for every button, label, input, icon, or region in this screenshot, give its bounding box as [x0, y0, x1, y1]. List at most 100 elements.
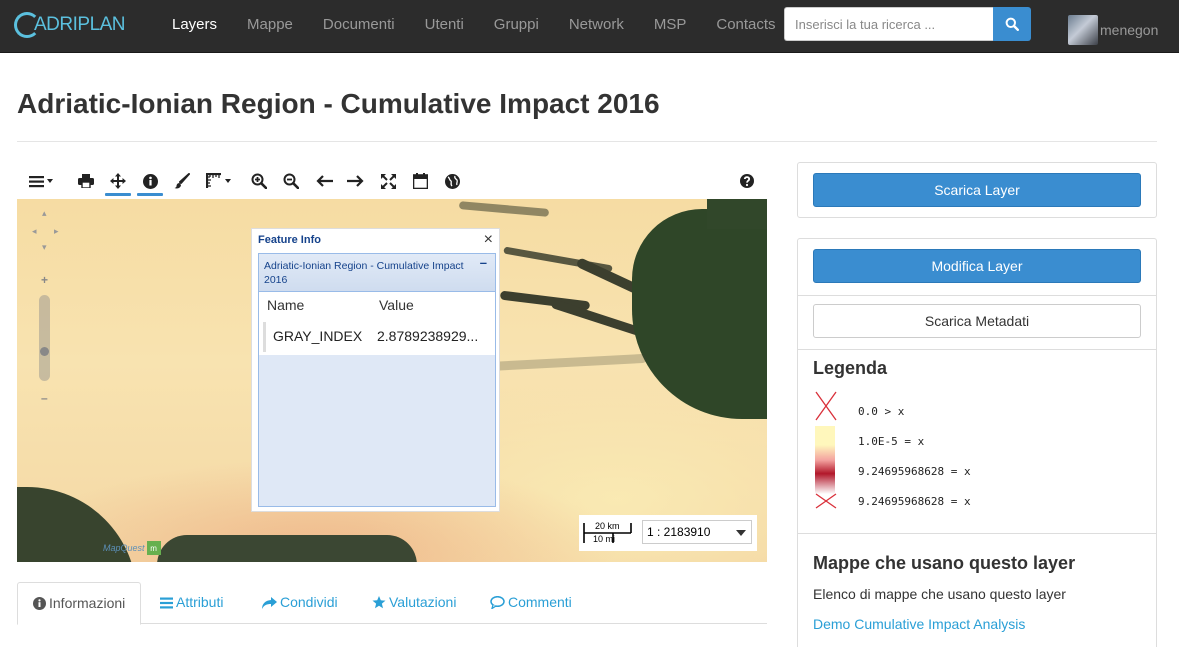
next-extent-button[interactable] [342, 166, 368, 196]
search-input[interactable] [784, 7, 993, 41]
tab-commenti[interactable]: Commenti [475, 582, 587, 624]
land-patch [458, 201, 550, 217]
pan-down-icon[interactable]: ▾ [42, 243, 47, 252]
zoom-slider[interactable] [39, 295, 50, 381]
mainland-shape [707, 199, 767, 229]
divider [798, 533, 1156, 534]
layer-tabs: Informazioni Attributi Condividi Valutaz… [17, 582, 767, 625]
zoom-in-icon [251, 173, 267, 189]
legend-label: 9.24695968628 = x [858, 495, 971, 508]
tab-valutazioni[interactable]: Valutazioni [357, 582, 471, 624]
legend-label: 0.0 > x [858, 405, 905, 418]
zoom-plus-icon[interactable]: + [41, 273, 48, 287]
menu-button[interactable] [23, 166, 53, 196]
map-attribution[interactable]: MapQuest m [103, 541, 161, 555]
scale-ratio-value: 1 : 2183910 [647, 525, 711, 539]
nav-link-utenti[interactable]: Utenti [410, 0, 479, 53]
row-value-cell: 2.8789238929... [377, 328, 479, 344]
scale-control: 20 km 10 mi 1 : 2183910 [579, 515, 757, 551]
measure-button[interactable] [201, 166, 231, 196]
help-icon [740, 174, 754, 188]
tab-condividi[interactable]: Condividi [247, 582, 353, 624]
tab-informazioni[interactable]: Informazioni [17, 582, 142, 625]
tab-label: Valutazioni [389, 594, 457, 610]
navbar: ADRIPLAN Layers Mappe Documenti Utenti G… [0, 0, 1179, 53]
feature-info-title: Feature Info [258, 234, 321, 246]
edit-layer-button[interactable]: Modifica Layer [813, 249, 1141, 283]
scale-select[interactable]: 1 : 2183910 [642, 520, 752, 544]
column-header-value[interactable]: Value [379, 297, 414, 313]
previous-extent-button[interactable] [311, 166, 337, 196]
divider [798, 349, 1156, 350]
search-icon [1005, 17, 1019, 31]
info-button[interactable] [137, 166, 163, 196]
search-button[interactable] [993, 7, 1031, 41]
nav-link-network[interactable]: Network [554, 0, 639, 53]
zoom-slider-handle[interactable] [40, 347, 49, 356]
tab-label: Attributi [176, 594, 224, 610]
pan-button[interactable] [105, 166, 131, 196]
feature-info-layer-header[interactable]: Adriatic-Ionian Region - Cumulative Impa… [259, 254, 495, 292]
tab-label: Informazioni [49, 595, 126, 611]
style-button[interactable] [169, 166, 195, 196]
scale-km-label: 20 km [595, 521, 620, 531]
map-link[interactable]: Demo Cumulative Impact Analysis [813, 616, 1025, 632]
info-icon [142, 173, 158, 189]
globe-button[interactable] [439, 166, 465, 196]
tab-attributi[interactable]: Attributi [145, 582, 238, 624]
legend-title: Legenda [813, 358, 888, 378]
zoom-out-button[interactable] [278, 166, 304, 196]
arrow-right-icon [346, 175, 364, 187]
time-button[interactable] [407, 166, 433, 196]
mainland-shape [632, 209, 767, 419]
pan-icon [110, 173, 126, 189]
brand-logo[interactable]: ADRIPLAN [14, 10, 126, 40]
user-menu[interactable]: menegon [1068, 15, 1158, 45]
fullscreen-button[interactable] [375, 166, 401, 196]
feature-info-panel: Adriatic-Ionian Region - Cumulative Impa… [258, 253, 496, 507]
nav-link-layers[interactable]: Layers [157, 0, 232, 53]
calendar-icon [412, 173, 428, 189]
nav-link-mappe[interactable]: Mappe [232, 0, 308, 53]
mainland-shape [157, 535, 417, 562]
zoom-in-button[interactable] [246, 166, 272, 196]
page-title: Adriatic-Ionian Region - Cumulative Impa… [17, 88, 660, 119]
nav-link-documenti[interactable]: Documenti [308, 0, 410, 53]
scale-bar: 20 km 10 mi [583, 521, 633, 545]
username: menegon [1100, 22, 1159, 38]
collapse-icon[interactable]: – [480, 256, 487, 270]
nav-link-msp[interactable]: MSP [639, 0, 702, 53]
scale-mi-label: 10 mi [593, 534, 616, 544]
measure-icon [206, 173, 221, 188]
pan-left-icon[interactable]: ◂ [32, 227, 37, 236]
legend-x-icon [815, 391, 837, 421]
download-panel: Scarica Layer [797, 162, 1157, 218]
zoom-minus-icon[interactable]: – [41, 391, 48, 405]
pan-up-icon[interactable]: ▴ [42, 209, 47, 218]
arrow-left-icon [315, 175, 333, 187]
nav-link-gruppi[interactable]: Gruppi [479, 0, 554, 53]
legend-label: 9.24695968628 = x [858, 465, 971, 478]
table-row[interactable]: GRAY_INDEX 2.8789238929... [263, 322, 487, 352]
close-icon[interactable]: × [484, 231, 493, 249]
chevron-down-icon [225, 179, 231, 183]
title-divider [17, 141, 1157, 142]
pan-right-icon[interactable]: ▸ [54, 227, 59, 236]
nav-link-contacts[interactable]: Contacts [701, 0, 790, 53]
main-nav: Layers Mappe Documenti Utenti Gruppi Net… [157, 0, 791, 53]
attribution-text: MapQuest [103, 543, 145, 553]
print-button[interactable] [73, 166, 99, 196]
chevron-down-icon [47, 179, 53, 183]
zoom-out-icon [283, 173, 299, 189]
column-header-name[interactable]: Name [267, 297, 304, 313]
fullscreen-icon [380, 173, 396, 189]
download-layer-button[interactable]: Scarica Layer [813, 173, 1141, 207]
tab-label: Condividi [280, 594, 338, 610]
download-metadata-button[interactable]: Scarica Metadati [813, 304, 1141, 338]
row-name-cell: GRAY_INDEX [273, 328, 363, 344]
legend-label: 1.0E-5 = x [858, 435, 925, 448]
map-toolbar [17, 166, 767, 196]
feature-info-layer-title: Adriatic-Ionian Region - Cumulative Impa… [264, 260, 464, 286]
help-button[interactable] [734, 166, 760, 196]
info-circle-icon [33, 597, 46, 610]
